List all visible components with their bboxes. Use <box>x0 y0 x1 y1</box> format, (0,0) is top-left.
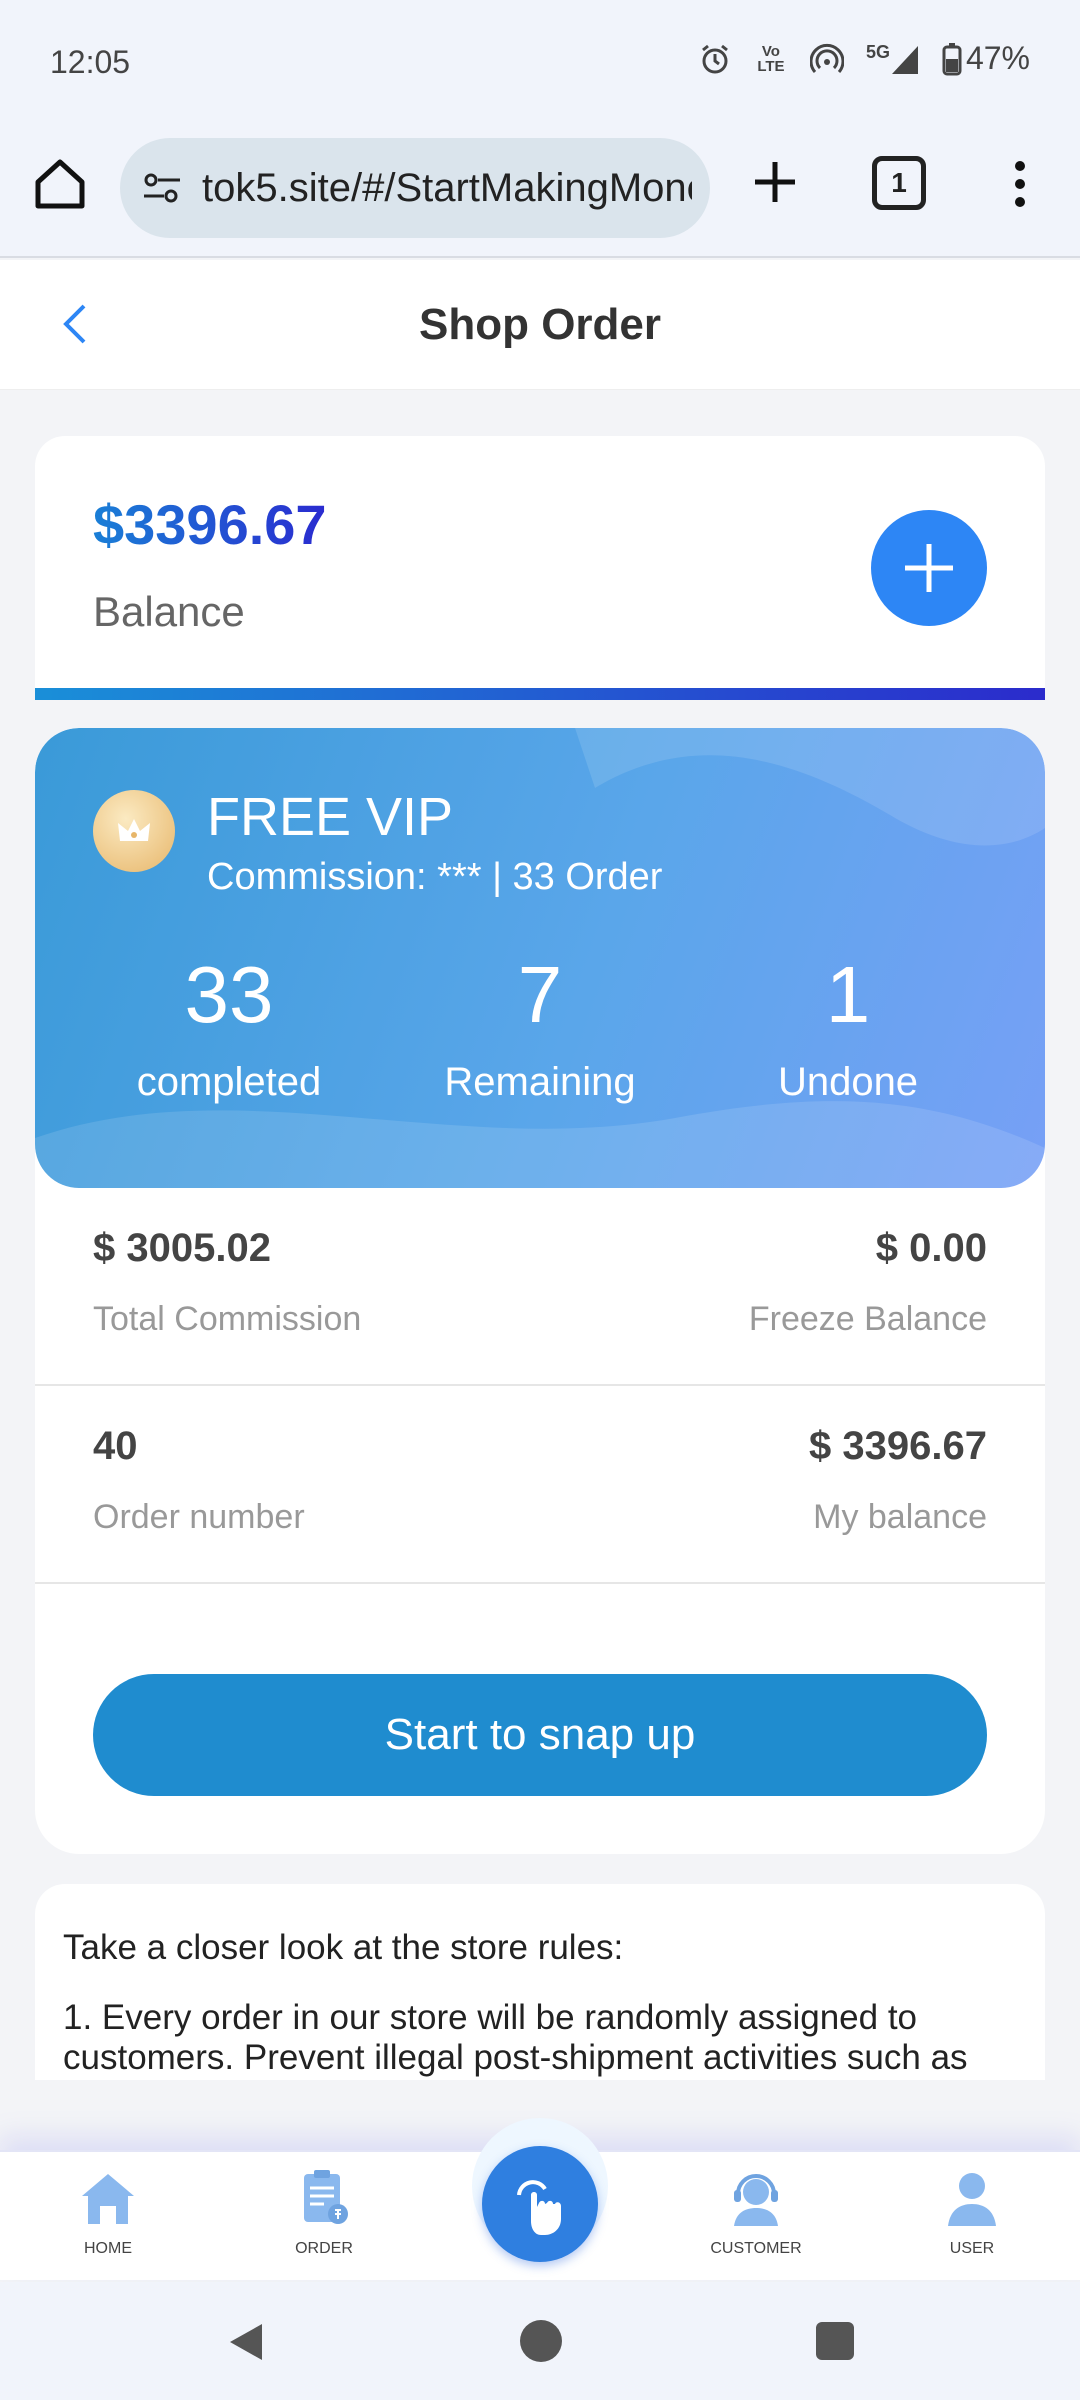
order-number-label: Order number <box>93 1498 305 1536</box>
commission-row: $ 3005.02 Total Commission $ 0.00 Freeze… <box>35 1188 1045 1386</box>
stat-label: Undone <box>777 1060 919 1104</box>
headset-icon <box>734 2174 778 2226</box>
signal-icon <box>891 45 918 74</box>
rules-text: 1. Every order in our store will be rand… <box>63 1998 968 2077</box>
balance-label: Balance <box>93 588 245 635</box>
stat-remaining: 7 Remaining <box>390 950 690 1105</box>
nav-order[interactable]: ORDER <box>244 2166 404 2258</box>
stat-undone: 1 Undone <box>698 950 998 1105</box>
my-balance-label: My balance <box>813 1498 987 1536</box>
stat-label: Remaining <box>444 1060 636 1104</box>
start-snap-up-button[interactable]: Start to snap up <box>93 1674 987 1796</box>
user-icon <box>948 2173 996 2226</box>
order-balance-row: 40 Order number $ 3396.67 My balance <box>35 1386 1045 1584</box>
network-type: 5G <box>865 41 890 62</box>
nav-label: CUSTOMER <box>710 2240 802 2257</box>
new-tab-icon[interactable] <box>745 152 805 212</box>
status-bar: 12:05 Vo LTE 5G 47% <box>0 0 1080 124</box>
battery-level: 47% <box>965 40 1030 76</box>
system-navigation-bar <box>0 2282 1080 2400</box>
nav-label: ORDER <box>295 2240 353 2257</box>
url-bar[interactable]: tok5.site/#/StartMakingMoney <box>120 138 710 238</box>
crown-badge-icon <box>93 790 175 872</box>
stat-value: 1 <box>825 950 871 1039</box>
more-options-icon[interactable] <box>1000 154 1040 214</box>
freeze-balance-label: Freeze Balance <box>748 1300 987 1338</box>
home-icon <box>82 2174 134 2224</box>
stat-value: 7 <box>517 950 563 1039</box>
total-commission-value: $ 3005.02 <box>93 1226 271 1270</box>
browser-home-icon[interactable] <box>30 154 90 214</box>
order-panel: FREE VIP Commission: *** | 33 Order 33 c… <box>35 728 1045 1854</box>
nav-customer[interactable]: CUSTOMER <box>676 2166 836 2258</box>
order-icon <box>304 2170 348 2224</box>
stat-value: 33 <box>184 950 274 1039</box>
vip-card: FREE VIP Commission: *** | 33 Order 33 c… <box>35 728 1045 1188</box>
volte-indicator: Vo LTE <box>757 42 785 75</box>
url-text[interactable]: tok5.site/#/StartMakingMoney <box>202 166 692 211</box>
alarm-icon <box>702 44 728 73</box>
balance-divider <box>35 688 1045 700</box>
nav-tap-button[interactable] <box>482 2146 598 2262</box>
status-time: 12:05 <box>50 44 131 80</box>
balance-card: $3396.67 Balance <box>35 436 1045 700</box>
add-funds-button[interactable] <box>871 510 987 626</box>
vip-commission: Commission: *** | 33 Order <box>207 856 663 898</box>
system-back-icon[interactable] <box>224 2320 268 2364</box>
hotspot-icon <box>809 43 844 73</box>
page-title: Shop Order <box>418 300 662 349</box>
balance-amount: $3396.67 <box>93 493 327 556</box>
stat-label: completed <box>136 1060 322 1104</box>
my-balance-value: $ 3396.67 <box>809 1424 987 1468</box>
order-number-value: 40 <box>93 1424 138 1468</box>
nav-home[interactable]: HOME <box>28 2166 188 2258</box>
rules-title: Take a closer look at the store rules: <box>63 1928 624 1967</box>
tab-switcher-button[interactable]: 1 <box>872 156 926 210</box>
store-rules-card: Take a closer look at the store rules: 1… <box>35 1884 1045 2080</box>
system-recents-icon[interactable] <box>816 2322 854 2360</box>
page-header: Shop Order <box>0 260 1080 390</box>
plus-icon <box>905 544 953 592</box>
status-icons: Vo LTE 5G 47% <box>698 40 1030 77</box>
nav-label: HOME <box>84 2240 132 2257</box>
stat-completed: 33 completed <box>79 950 379 1105</box>
total-commission-label: Total Commission <box>93 1300 362 1338</box>
browser-toolbar: tok5.site/#/StartMakingMoney 1 <box>0 124 1080 258</box>
system-home-icon[interactable] <box>520 2320 562 2362</box>
battery-icon <box>942 42 962 75</box>
nav-user[interactable]: USER <box>892 2166 1052 2258</box>
tap-icon <box>517 2180 561 2235</box>
site-settings-icon[interactable] <box>140 166 184 210</box>
freeze-balance-value: $ 0.00 <box>875 1226 987 1270</box>
nav-label: USER <box>949 2240 995 2257</box>
vip-title: FREE VIP <box>207 787 454 847</box>
